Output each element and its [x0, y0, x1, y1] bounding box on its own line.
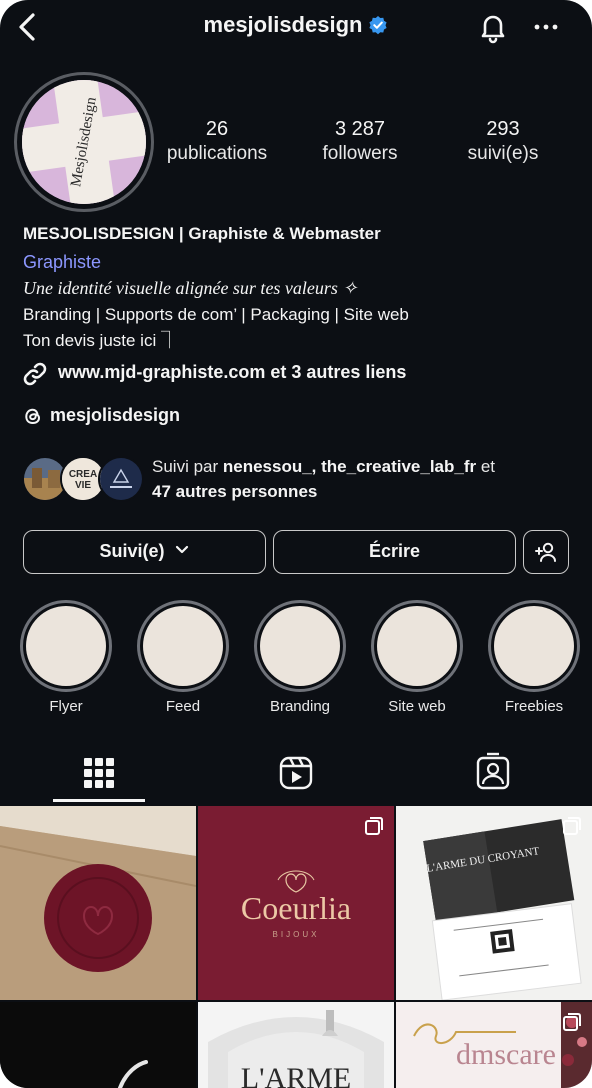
profile-display-name: MESJOLISDESIGN | Graphiste & Webmaster [23, 224, 381, 243]
message-button-label: Écrire [368, 541, 421, 561]
top-bar: mesjolisdesign [0, 0, 592, 56]
follower-avatar-3 [98, 456, 144, 502]
stat-publications-count: 26 [205, 118, 229, 140]
chevron-down-icon [175, 545, 188, 554]
threads-handle: mesjolisdesign [50, 405, 181, 425]
highlight-ring [488, 600, 580, 692]
svg-text:VIE: VIE [75, 480, 91, 491]
profile-category: Graphiste [23, 252, 102, 272]
username-text: mesjolisdesign [203, 12, 363, 37]
suggest-users-button[interactable] [523, 530, 569, 574]
stat-publications-label: publications [166, 143, 268, 164]
highlight-cover [260, 606, 340, 686]
external-links-text: www.mjd-graphiste.com et 3 autres liens [58, 362, 407, 382]
active-tab-indicator [53, 799, 145, 802]
avatar[interactable]: Mesjolisdesign [22, 80, 146, 204]
link-icon [23, 362, 47, 386]
post-caption-text: L'ARME [240, 1062, 352, 1088]
highlight-cover [494, 606, 574, 686]
profile-tabs [0, 752, 592, 804]
bio-line-cta: Ton devis juste ici ⏋ [23, 331, 178, 350]
stat-following-count: 293 [486, 118, 520, 140]
highlight-cover [26, 606, 106, 686]
highlight-site-web[interactable]: Site web [369, 600, 465, 715]
highlight-ring [20, 600, 112, 692]
bio-tagline: Une identité visuelle alignée sur tes va… [23, 278, 358, 298]
tab-posts-grid[interactable] [53, 752, 145, 798]
bio-line-services: Branding | Supports de com’ | Packaging … [23, 305, 409, 324]
stat-followers[interactable]: 3 287 followers [285, 118, 435, 165]
post-caption-text: dmscare [456, 1038, 556, 1071]
bell-icon[interactable] [476, 10, 510, 44]
carousel-icon [563, 817, 581, 835]
post-brand-name: Coeurlia [240, 890, 352, 926]
highlight-label: Site web [388, 698, 446, 715]
post-tile[interactable] [0, 806, 196, 1000]
highlight-ring [137, 600, 229, 692]
highlight-ring [371, 600, 463, 692]
post-brand-sub: BIJOUX [272, 930, 320, 939]
carousel-icon [365, 817, 383, 835]
stat-following-label: suivi(e)s [467, 143, 539, 164]
threads-icon [25, 408, 41, 425]
highlight-ring [254, 600, 346, 692]
svg-text:CREA: CREA [69, 469, 97, 480]
followed-by-prefix: Suivi par [152, 457, 223, 476]
highlight-cover [143, 606, 223, 686]
following-button-label: Suivi(e) [99, 541, 165, 561]
reels-icon [279, 756, 313, 790]
post-tile[interactable] [0, 1002, 196, 1088]
highlight-label: Freebies [504, 698, 564, 715]
post-tile[interactable]: dmscare [396, 1002, 592, 1088]
highlight-label: Branding [269, 698, 331, 715]
followed-by-text: Suivi par nenessou_, the_creative_lab_fr… [152, 454, 582, 504]
followed-by-names: nenessou_, the_creative_lab_fr [222, 457, 477, 476]
highlight-label: Flyer [49, 698, 83, 715]
highlight-label: Feed [165, 698, 201, 715]
stat-followers-label: followers [322, 143, 398, 164]
highlight-freebies[interactable]: Freebies [486, 600, 582, 715]
tab-reels[interactable] [250, 752, 342, 798]
message-button[interactable]: Écrire [273, 530, 516, 574]
stat-followers-count: 3 287 [334, 118, 386, 140]
highlight-branding[interactable]: Branding [252, 600, 348, 715]
stat-following[interactable]: 293 suivi(e)s [428, 118, 578, 165]
more-icon[interactable] [532, 14, 560, 40]
posts-grid: Coeurlia BIJOUX L'ARME DU CROYANT L'ARME… [0, 806, 592, 1088]
highlight-feed[interactable]: Feed [135, 600, 231, 715]
post-tile[interactable]: L'ARME [198, 1002, 394, 1088]
highlight-flyer[interactable]: Flyer [18, 600, 114, 715]
grid-icon [84, 758, 114, 788]
post-tile[interactable]: Coeurlia BIJOUX [198, 806, 394, 1000]
tab-tagged[interactable] [447, 752, 539, 798]
post-tile[interactable]: L'ARME DU CROYANT [396, 806, 592, 1000]
followed-by-others: 47 autres personnes [152, 482, 318, 501]
stat-publications[interactable]: 26 publications [142, 118, 292, 165]
add-person-icon [535, 542, 556, 562]
following-button[interactable]: Suivi(e) [23, 530, 266, 574]
highlight-cover [377, 606, 457, 686]
followed-by[interactable]: CREA VIE Suivi par nenessou_, the_creativ… [22, 454, 582, 506]
carousel-icon [563, 1013, 581, 1031]
tagged-icon [476, 752, 510, 790]
verified-badge-icon [368, 15, 388, 35]
followed-by-middle: et [476, 457, 496, 476]
profile-screen: mesjolisdesign Mesjolisdesign 26 publica… [0, 0, 592, 1088]
